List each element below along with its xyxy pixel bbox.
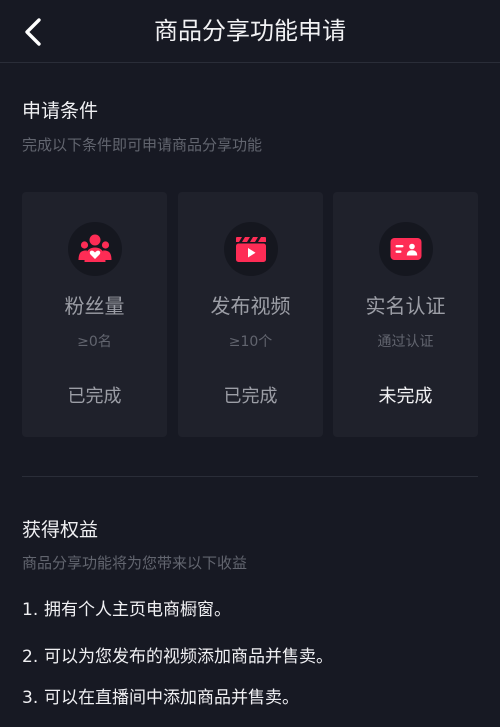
benefit-number: 1. — [22, 600, 39, 620]
benefits-title: 获得权益 — [22, 519, 99, 541]
conditions-cards: 粉丝量 ≥0名 已完成 发布视频 ≥10个 已完成 实名认证 通过认证 未完成 — [22, 192, 478, 437]
top-bar: 商品分享功能申请 — [0, 0, 500, 63]
id-card-icon — [390, 238, 422, 260]
condition-status: 未完成 — [378, 386, 433, 407]
condition-requirement: ≥0名 — [77, 334, 112, 350]
condition-card-fans: 粉丝量 ≥0名 已完成 — [22, 192, 167, 437]
condition-name: 发布视频 — [210, 294, 291, 318]
conditions-subtitle: 完成以下条件即可申请商品分享功能 — [22, 136, 263, 154]
fans-icon — [78, 234, 112, 262]
benefit-text: 拥有个人主页电商橱窗。 — [44, 600, 231, 620]
benefit-item: 1. 拥有个人主页电商橱窗。 — [22, 598, 231, 622]
condition-requirement: ≥10个 — [228, 334, 273, 350]
page-title: 商品分享功能申请 — [154, 17, 346, 45]
condition-icon-badge — [68, 222, 122, 276]
condition-requirement: 通过认证 — [377, 334, 434, 350]
video-icon — [236, 237, 266, 262]
benefit-item: 3. 可以在直播间中添加商品并售卖。 — [22, 686, 299, 710]
condition-icon-badge — [379, 222, 433, 276]
benefit-item: 2. 可以为您发布的视频添加商品并售卖。 — [22, 645, 333, 669]
condition-icon-badge — [224, 222, 278, 276]
benefit-number: 3. — [22, 688, 39, 708]
condition-card-realname[interactable]: 实名认证 通过认证 未完成 — [333, 192, 478, 437]
section-divider — [22, 476, 478, 477]
conditions-title: 申请条件 — [22, 100, 99, 122]
benefits-subtitle: 商品分享功能将为您带来以下收益 — [22, 554, 248, 572]
condition-status: 已完成 — [67, 386, 122, 407]
benefit-text: 可以为您发布的视频添加商品并售卖。 — [44, 647, 333, 667]
condition-status: 已完成 — [223, 386, 278, 407]
condition-card-video: 发布视频 ≥10个 已完成 — [178, 192, 323, 437]
condition-name: 粉丝量 — [64, 294, 125, 318]
benefit-number: 2. — [22, 647, 39, 667]
condition-name: 实名认证 — [365, 294, 446, 318]
benefit-text: 可以在直播间中添加商品并售卖。 — [44, 688, 299, 708]
